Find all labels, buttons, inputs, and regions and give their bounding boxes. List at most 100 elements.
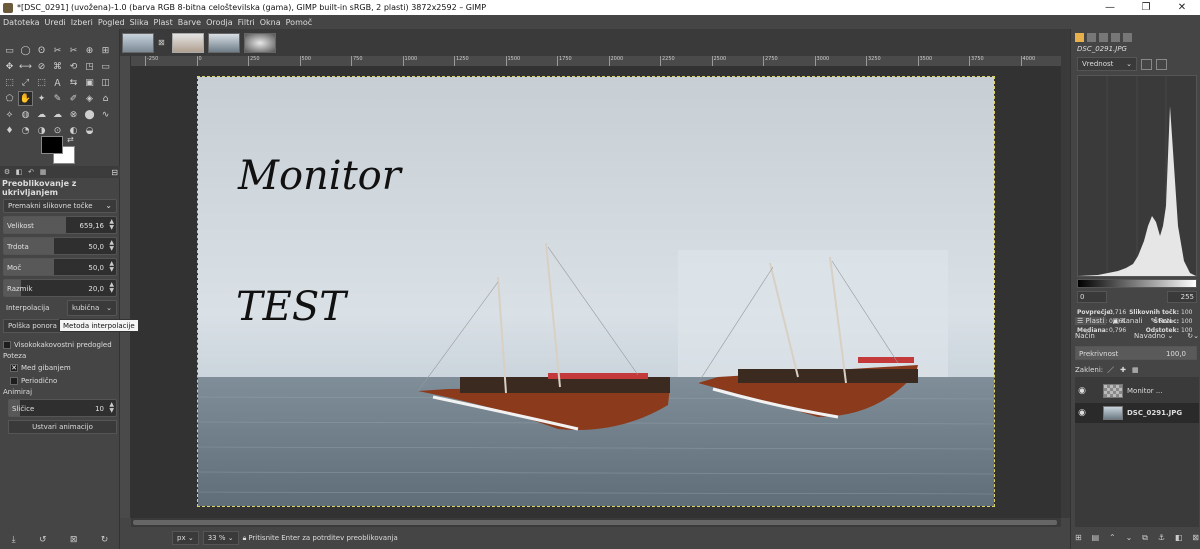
image-tab-2[interactable] <box>172 33 204 53</box>
hq-preview-checkbox[interactable]: Visokokakovostni predogled <box>3 339 117 350</box>
spinner-icon[interactable]: ▲ ▼ <box>109 402 114 414</box>
tool-icon-8[interactable]: ⟷ <box>18 59 33 74</box>
log-histogram-icon[interactable] <box>1156 58 1167 70</box>
tool-icon-10[interactable]: ⌘ <box>50 59 65 74</box>
menu-item-2[interactable]: Izberi <box>71 18 93 27</box>
tool-icon-28[interactable]: ⟡ <box>2 107 17 122</box>
layer-row-photo[interactable]: ◉ DSC_0291.JPG <box>1075 403 1199 423</box>
tool-icon-23[interactable]: ✦ <box>34 91 49 106</box>
tool-icon-11[interactable]: ⟲ <box>66 59 81 74</box>
tool-icon-6[interactable]: ⊞ <box>98 43 113 58</box>
visibility-eye-icon[interactable]: ◉ <box>1075 386 1089 396</box>
raise-layer-icon[interactable]: ⌃ <box>1109 533 1116 547</box>
tool-icon-13[interactable]: ▭ <box>98 59 113 74</box>
mode-switch-icon[interactable]: ↻⌄ <box>1187 332 1199 340</box>
spinner-icon[interactable]: ▲ ▼ <box>109 261 114 273</box>
histogram-tab-icon[interactable] <box>1075 33 1084 42</box>
tool-icon-12[interactable]: ◳ <box>82 59 97 74</box>
tool-icon-34[interactable]: ∿ <box>98 107 113 122</box>
tool-icon-1[interactable]: ◯ <box>18 43 33 58</box>
delete-options-icon[interactable]: ⊠ <box>70 535 78 545</box>
scrollbar-thumb[interactable] <box>133 520 1057 525</box>
tool-icon-30[interactable]: ☁ <box>34 107 49 122</box>
tool-icon-5[interactable]: ⊕ <box>82 43 97 58</box>
interpolation-select[interactable]: kubična ⌄ <box>67 300 117 316</box>
duplicate-layer-icon[interactable]: ⧉ <box>1142 533 1148 547</box>
tool-icon-29[interactable]: ◍ <box>18 107 33 122</box>
tool-icon-32[interactable]: ⊗ <box>66 107 81 122</box>
menu-item-9[interactable]: Okna <box>260 18 281 27</box>
save-options-icon[interactable]: ⤓ <box>12 535 16 545</box>
menu-item-0[interactable]: Datoteka <box>3 18 40 27</box>
tool-icon-15[interactable]: ⤢ <box>18 75 33 90</box>
tool-icon-36[interactable]: ◔ <box>18 123 33 138</box>
patterns-tab-icon[interactable] <box>1111 33 1120 42</box>
tool-icon-24[interactable]: ✎ <box>50 91 65 106</box>
tool-icon-25[interactable]: ✐ <box>66 91 81 106</box>
tool-icon-18[interactable]: ⇆ <box>66 75 81 90</box>
delete-layer-icon[interactable]: ⊠ <box>1192 533 1199 547</box>
swap-colors-icon[interactable]: ⇄ <box>67 135 74 144</box>
tool-icon-9[interactable]: ⊘ <box>34 59 49 74</box>
image-canvas[interactable]: Monitor TEST <box>197 76 995 507</box>
tool-icon-27[interactable]: ⌂ <box>98 91 113 106</box>
zoom-select[interactable]: 33 % ⌄ <box>202 531 239 545</box>
spinner-icon[interactable]: ▲ ▼ <box>109 219 114 231</box>
gradients-tab-icon[interactable] <box>1123 33 1132 42</box>
images-tab-icon[interactable]: ▦ <box>38 168 48 177</box>
lower-layer-icon[interactable]: ⌄ <box>1126 533 1133 547</box>
strength-slider[interactable]: Moč 50,0 ▲ ▼ <box>3 258 117 276</box>
unit-select[interactable]: px ⌄ <box>172 531 199 545</box>
hardness-slider[interactable]: Trdota 50,0 ▲ ▼ <box>3 237 117 255</box>
tool-icon-33[interactable]: ⬤ <box>82 107 97 122</box>
menu-item-5[interactable]: Plast <box>153 18 172 27</box>
lock-position-icon[interactable]: ✚ <box>1120 366 1126 374</box>
tool-icon-16[interactable]: ⬚ <box>34 75 49 90</box>
frames-slider[interactable]: Sličice 10 ▲ ▼ <box>8 399 117 417</box>
new-layer-icon[interactable]: ▤ <box>1092 533 1100 547</box>
image-tab-1[interactable] <box>122 33 154 53</box>
tool-icon-17[interactable]: Ａ <box>50 75 65 90</box>
menu-item-3[interactable]: Pogled <box>98 18 125 27</box>
close-button[interactable]: ✕ <box>1164 2 1200 13</box>
spacing-slider[interactable]: Razmik 20,0 ▲ ▼ <box>3 279 117 297</box>
maximize-button[interactable]: ❐ <box>1128 2 1164 13</box>
tool-icon-19[interactable]: ▣ <box>82 75 97 90</box>
mode-select[interactable]: Navadno ⌄ <box>1134 332 1173 340</box>
during-motion-checkbox[interactable]: ✕ Med gibanjem <box>10 362 117 373</box>
periodic-checkbox[interactable]: Periodično <box>10 375 117 386</box>
undo-history-tab-icon[interactable]: ↶ <box>26 168 36 177</box>
tool-options-tab-icon[interactable]: ⚙ <box>2 168 12 177</box>
tool-icon-35[interactable]: ♦ <box>2 123 17 138</box>
menu-item-8[interactable]: Filtri <box>238 18 255 27</box>
tool-icon-26[interactable]: ◈ <box>82 91 97 106</box>
tool-icon-22[interactable]: ✋ <box>18 91 33 106</box>
horizontal-scrollbar[interactable] <box>131 518 1061 527</box>
tool-icon-21[interactable]: ⬠ <box>2 91 17 106</box>
brushes-tab-icon[interactable] <box>1087 33 1096 42</box>
minimize-button[interactable]: — <box>1092 2 1128 13</box>
fonts-tab-icon[interactable] <box>1099 33 1108 42</box>
visibility-eye-icon[interactable]: ◉ <box>1075 408 1089 418</box>
tab-layers[interactable]: ☰ Plasti <box>1075 317 1107 325</box>
tool-icon-31[interactable]: ☁ <box>50 107 65 122</box>
channel-select[interactable]: Vrednost ⌄ <box>1077 57 1137 71</box>
tool-icon-4[interactable]: ✂ <box>66 43 81 58</box>
menu-item-4[interactable]: Slika <box>130 18 149 27</box>
anchor-layer-icon[interactable]: ⚓︎ <box>1158 533 1165 547</box>
tool-icon-0[interactable]: ▭ <box>2 43 17 58</box>
range-low-input[interactable]: 0 <box>1077 291 1107 303</box>
menu-item-1[interactable]: Uredi <box>45 18 66 27</box>
tool-icon-3[interactable]: ✂ <box>50 43 65 58</box>
image-tab-3[interactable] <box>208 33 240 53</box>
tab-paths[interactable]: ✎ Poti <box>1149 317 1174 325</box>
menu-item-6[interactable]: Barve <box>178 18 201 27</box>
lock-pixels-icon[interactable]: ／ <box>1107 365 1114 375</box>
create-animation-button[interactable]: Ustvari animacijo <box>8 420 117 434</box>
abyss-policy-select[interactable]: Polška ponora <box>3 319 62 333</box>
new-layer-group-icon[interactable]: ⊞ <box>1075 533 1082 547</box>
image-tab-4[interactable] <box>244 33 276 53</box>
tool-icon-40[interactable]: ◒ <box>82 123 97 138</box>
spinner-icon[interactable]: ▲ ▼ <box>109 282 114 294</box>
size-slider[interactable]: Velikost 659,16 ▲ ▼ <box>3 216 117 234</box>
